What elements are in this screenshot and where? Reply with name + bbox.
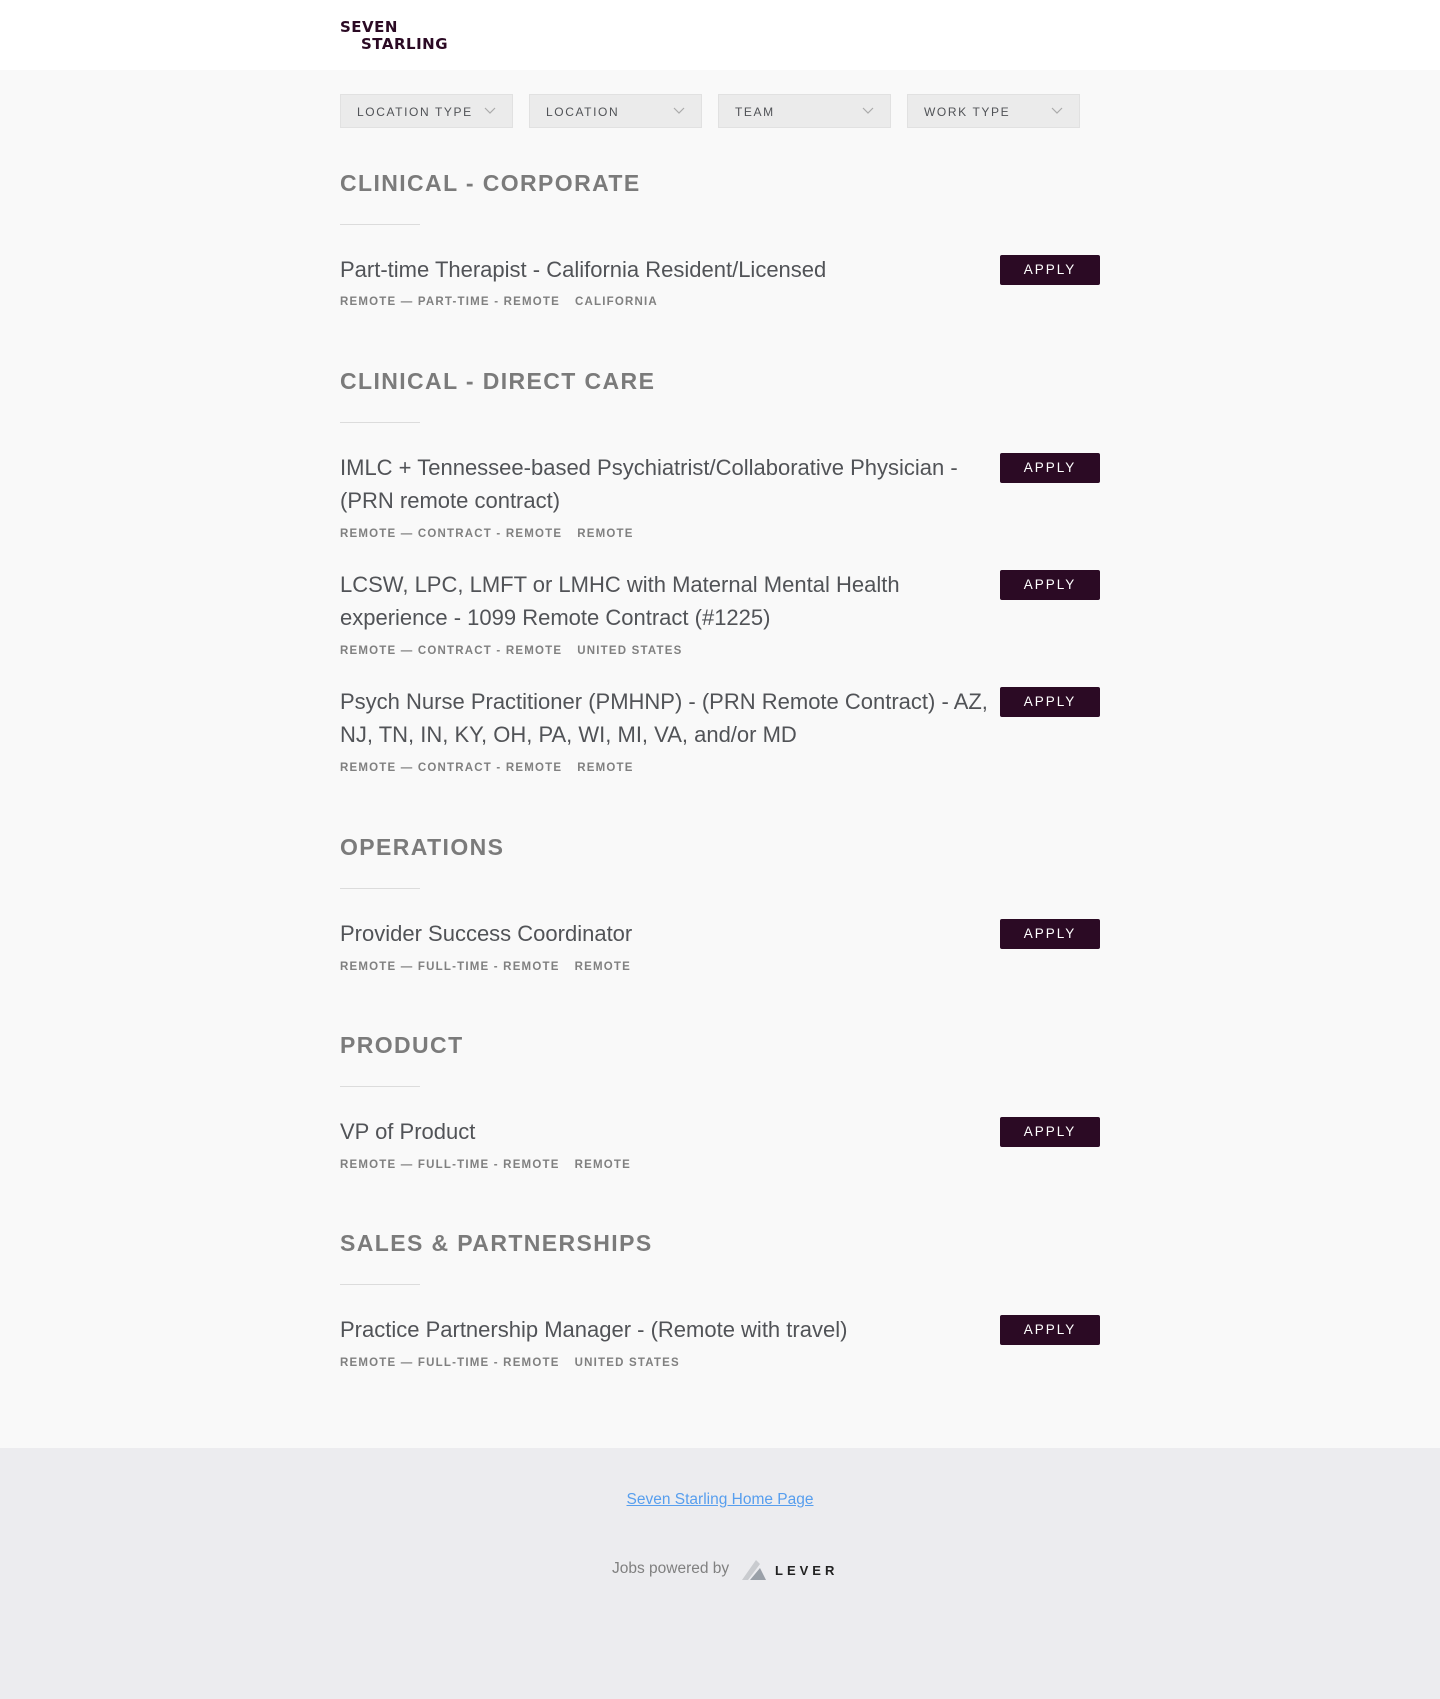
group-title: OPERATIONS [340, 834, 505, 860]
job-title-link[interactable]: Practice Partnership Manager - (Remote w… [340, 1313, 988, 1346]
filter-team[interactable]: TEAM [718, 94, 891, 128]
lever-mark-icon [742, 1560, 766, 1580]
job-location: REMOTE [577, 762, 634, 774]
group-title: PRODUCT [340, 1032, 464, 1058]
logo-line-2: STARLING [361, 35, 449, 53]
job-title-link[interactable]: VP of Product [340, 1115, 988, 1148]
group-title: CLINICAL - DIRECT CARE [340, 368, 656, 394]
job-title-link[interactable]: Psych Nurse Practitioner (PMHNP) - (PRN … [340, 685, 988, 751]
job-location: CALIFORNIA [575, 296, 658, 308]
job-commitment: REMOTE — CONTRACT - REMOTE [340, 645, 563, 657]
group-title: CLINICAL - CORPORATE [340, 170, 641, 196]
job-meta: REMOTE — FULL-TIME - REMOTE REMOTE [340, 961, 646, 973]
group-divider [340, 422, 420, 423]
filter-location[interactable]: LOCATION [529, 94, 702, 128]
job-commitment: REMOTE — PART-TIME - REMOTE [340, 296, 561, 308]
job-meta: REMOTE — FULL-TIME - REMOTE UNITED STATES [340, 1357, 695, 1369]
job-location: REMOTE [577, 528, 634, 540]
company-logo[interactable]: SEVEN STARLING [340, 16, 450, 56]
group-title: SALES & PARTNERSHIPS [340, 1230, 653, 1256]
apply-button[interactable]: APPLY [1000, 453, 1100, 483]
lever-logo[interactable]: LEVER [740, 1558, 834, 1584]
filter-label: LOCATION TYPE [357, 105, 473, 119]
job-commitment: REMOTE — FULL-TIME - REMOTE [340, 1159, 560, 1171]
logo-line-1: SEVEN [340, 18, 398, 36]
job-listings: LOCATION TYPE LOCATION TEAM WORK TYPE CL… [0, 70, 1440, 1448]
powered-by-text: Jobs powered by [612, 1560, 730, 1577]
apply-button[interactable]: APPLY [1000, 919, 1100, 949]
job-meta: REMOTE — CONTRACT - REMOTE REMOTE [340, 762, 649, 774]
job-meta: REMOTE — FULL-TIME - REMOTE REMOTE [340, 1159, 646, 1171]
job-title-link[interactable]: Provider Success Coordinator [340, 917, 988, 950]
job-commitment: REMOTE — CONTRACT - REMOTE [340, 762, 563, 774]
top-bar: SEVEN STARLING [0, 0, 1440, 70]
filter-location-type[interactable]: LOCATION TYPE [340, 94, 513, 128]
job-location: REMOTE [574, 1159, 631, 1171]
chevron-down-icon [1051, 107, 1063, 114]
job-commitment: REMOTE — FULL-TIME - REMOTE [340, 961, 560, 973]
job-title-link[interactable]: Part-time Therapist - California Residen… [340, 253, 988, 286]
page-footer: Seven Starling Home Page Jobs powered by… [0, 1448, 1440, 1699]
job-title-link[interactable]: LCSW, LPC, LMFT or LMHC with Maternal Me… [340, 568, 988, 634]
apply-button[interactable]: APPLY [1000, 687, 1100, 717]
group-divider [340, 1086, 420, 1087]
job-location: UNITED STATES [577, 645, 683, 657]
home-link-container: Seven Starling Home Page [0, 1491, 1440, 1509]
job-location: REMOTE [574, 961, 631, 973]
group-divider [340, 1284, 420, 1285]
job-meta: REMOTE — CONTRACT - REMOTE UNITED STATES [340, 645, 698, 657]
group-divider [340, 888, 420, 889]
job-commitment: REMOTE — CONTRACT - REMOTE [340, 528, 563, 540]
job-commitment: REMOTE — FULL-TIME - REMOTE [340, 1357, 560, 1369]
filter-label: WORK TYPE [924, 105, 1011, 119]
job-meta: REMOTE — PART-TIME - REMOTE CALIFORNIA [340, 296, 673, 308]
job-location: UNITED STATES [574, 1357, 680, 1369]
apply-button[interactable]: APPLY [1000, 570, 1100, 600]
chevron-down-icon [862, 107, 874, 114]
apply-button[interactable]: APPLY [1000, 1117, 1100, 1147]
job-meta: REMOTE — CONTRACT - REMOTE REMOTE [340, 528, 649, 540]
company-home-link[interactable]: Seven Starling Home Page [627, 1491, 814, 1508]
filter-work-type[interactable]: WORK TYPE [907, 94, 1080, 128]
job-title-link[interactable]: IMLC + Tennessee-based Psychiatrist/Coll… [340, 451, 988, 517]
group-divider [340, 224, 420, 225]
filter-label: TEAM [735, 105, 775, 119]
apply-button[interactable]: APPLY [1000, 1315, 1100, 1345]
filter-label: LOCATION [546, 105, 620, 119]
apply-button[interactable]: APPLY [1000, 255, 1100, 285]
lever-wordmark: LEVER [775, 1563, 839, 1578]
chevron-down-icon [673, 107, 685, 114]
chevron-down-icon [484, 107, 496, 114]
